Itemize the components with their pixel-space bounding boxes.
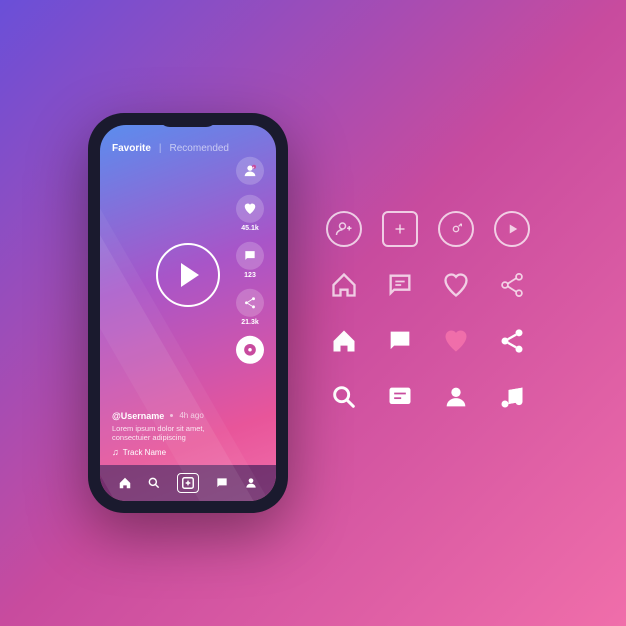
user-solid-cell <box>430 371 482 423</box>
comment-icon <box>236 242 264 270</box>
caption-text: Lorem ipsum dolor sit amet,consectuier a… <box>112 424 264 444</box>
add-square-cell <box>374 203 426 255</box>
user-info-row: @Username 4h ago <box>112 411 264 421</box>
heart-count: 45.1k <box>241 225 259 232</box>
music-circle-icon <box>438 211 474 247</box>
track-row: ♫ Track Name <box>112 447 264 457</box>
play-triangle-icon <box>181 263 199 287</box>
app-container: Favorite | Recomended + <box>0 0 626 626</box>
message-solid-cell <box>374 371 426 423</box>
add-square-icon <box>382 211 418 247</box>
share-outline-cell <box>486 259 538 311</box>
heart-outline-icon <box>442 271 470 299</box>
play-button[interactable] <box>156 243 220 307</box>
user-add-icon <box>326 211 362 247</box>
share-solid-cell <box>486 315 538 367</box>
bottom-info: @Username 4h ago Lorem ipsum dolor sit a… <box>100 403 276 466</box>
side-icons: + 45.1k <box>236 157 264 364</box>
search-solid-icon <box>330 383 358 411</box>
share-solid-icon <box>498 327 526 355</box>
user-add-cell <box>318 203 370 255</box>
avatar-icon-item[interactable]: + <box>236 157 264 185</box>
avatar-icon: + <box>236 157 264 185</box>
music-note-solid-cell <box>486 371 538 423</box>
share-icon-item[interactable]: 21.3k <box>236 289 264 326</box>
nav-add-icon[interactable] <box>177 473 199 493</box>
tab-recommended[interactable]: Recomended <box>170 143 229 154</box>
play-circle-icon <box>494 211 530 247</box>
comment-solid-cell <box>374 315 426 367</box>
username-label: @Username <box>112 411 164 421</box>
heart-pink-cell <box>430 315 482 367</box>
comment-outline-icon <box>386 271 414 299</box>
search-solid-cell <box>318 371 370 423</box>
user-solid-icon <box>442 383 470 411</box>
comment-count: 123 <box>244 272 256 279</box>
heart-outline-cell <box>430 259 482 311</box>
track-name-label: Track Name <box>123 448 166 457</box>
comment-icon-item[interactable]: 123 <box>236 242 264 279</box>
nav-profile-icon[interactable] <box>244 476 258 490</box>
phone-mockup: Favorite | Recomended + <box>88 113 288 513</box>
music-note-small-icon: ♫ <box>112 447 119 457</box>
message-solid-icon <box>386 383 414 411</box>
home-outline-cell <box>318 259 370 311</box>
icon-showcase-grid <box>318 203 538 423</box>
nav-search-icon[interactable] <box>147 476 161 490</box>
dot-separator <box>170 414 173 417</box>
bottom-nav <box>100 465 276 501</box>
play-circle-cell <box>486 203 538 255</box>
music-disc-icon <box>236 336 264 364</box>
music-circle-cell <box>430 203 482 255</box>
screen-header: Favorite | Recomended <box>100 125 276 160</box>
phone-screen: Favorite | Recomended + <box>100 125 276 501</box>
screen-main: + 45.1k <box>100 160 276 403</box>
home-solid-cell <box>318 315 370 367</box>
music-note-solid-icon <box>498 383 526 411</box>
time-ago-label: 4h ago <box>179 411 203 420</box>
comment-solid-icon <box>386 327 414 355</box>
share-icon <box>236 289 264 317</box>
heart-icon-item[interactable]: 45.1k <box>236 195 264 232</box>
nav-home-icon[interactable] <box>118 476 132 490</box>
heart-icon <box>236 195 264 223</box>
music-disc-item[interactable] <box>236 336 264 364</box>
tab-favorite[interactable]: Favorite <box>112 143 151 154</box>
home-solid-icon <box>330 327 358 355</box>
tab-divider: | <box>159 143 162 154</box>
comment-outline-cell <box>374 259 426 311</box>
heart-pink-icon <box>442 327 470 355</box>
nav-message-icon[interactable] <box>215 476 229 490</box>
phone-notch <box>158 113 218 127</box>
home-outline-icon <box>330 271 358 299</box>
share-count: 21.3k <box>241 319 259 326</box>
share-outline-icon <box>498 271 526 299</box>
